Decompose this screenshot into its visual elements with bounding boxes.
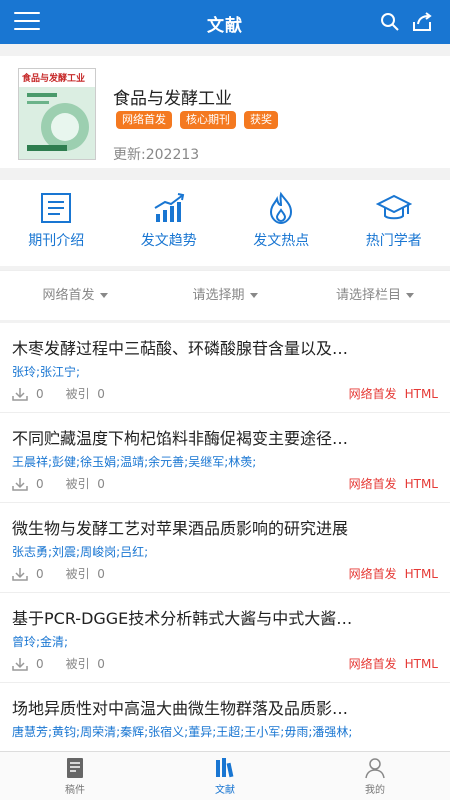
tag-award: 获奖	[244, 111, 278, 129]
badge-html[interactable]: HTML	[405, 567, 438, 581]
search-icon[interactable]	[380, 12, 400, 32]
literature-icon	[216, 758, 234, 778]
journal-header: 食品与发酵工业 食品与发酵工业 网络首发 核心期刊 获奖 更新:202213	[0, 56, 450, 168]
article-item[interactable]: 场地异质性对中高温大曲微生物群落及品质影… 唐慧芳;黄钧;周荣清;秦辉;张宿义;…	[0, 683, 450, 751]
article-authors[interactable]: 张玲;张江宁;	[12, 363, 438, 380]
article-badge[interactable]: 网络首发 HTML	[349, 655, 438, 672]
article-authors[interactable]: 王晨祥;彭健;徐玉娟;温靖;余元善;吴继军;林羡;	[12, 453, 438, 470]
badge-html[interactable]: HTML	[405, 657, 438, 671]
article-title[interactable]: 木枣发酵过程中三萜酸、环磷酸腺苷含量以及…	[12, 335, 438, 359]
article-authors[interactable]: 曾玲;金清;	[12, 633, 438, 650]
filter-bar: 网络首发 请选择期 请选择栏目	[0, 270, 450, 320]
cited-count: 0	[97, 656, 105, 671]
tab-manuscript[interactable]: 稿件	[0, 752, 150, 800]
caret-down-icon	[99, 293, 108, 298]
quick-nav: 期刊介绍 发文趋势 发文热点 热门学者	[0, 180, 450, 266]
cited-label: 被引	[65, 477, 90, 491]
journal-name: 食品与发酵工业	[113, 89, 232, 109]
cited-count: 0	[97, 386, 105, 401]
nav-journal-intro[interactable]: 期刊介绍	[0, 180, 113, 266]
article-authors[interactable]: 张志勇;刘震;周峻岗;吕红;	[12, 543, 438, 560]
badge-online-first: 网络首发	[348, 567, 397, 581]
download-icon[interactable]	[12, 477, 28, 491]
article-badge[interactable]: 网络首发 HTML	[349, 475, 438, 492]
article-badge[interactable]: 网络首发 HTML	[349, 385, 438, 402]
nav-journal-intro-label: 期刊介绍	[28, 233, 85, 249]
article-item[interactable]: 微生物与发酵工艺对苹果酒品质影响的研究进展 张志勇;刘震;周峻岗;吕红; 0 被…	[0, 503, 450, 593]
download-count: 0	[36, 386, 44, 401]
cited-label: 被引	[65, 657, 90, 671]
cover-art	[19, 87, 95, 159]
cited-count: 0	[97, 566, 105, 581]
article-title[interactable]: 微生物与发酵工艺对苹果酒品质影响的研究进展	[12, 515, 438, 539]
journal-cover[interactable]: 食品与发酵工业	[18, 68, 96, 160]
cited-label: 被引	[65, 387, 90, 401]
cover-title: 食品与发酵工业	[19, 69, 95, 87]
badge-online-first: 网络首发	[348, 657, 397, 671]
download-icon[interactable]	[12, 657, 28, 671]
badge-online-first: 网络首发	[348, 477, 397, 491]
graduation-cap-icon	[375, 194, 412, 220]
manuscript-icon	[67, 758, 83, 778]
caret-down-icon	[406, 293, 414, 298]
document-icon	[41, 193, 72, 223]
badge-html[interactable]: HTML	[405, 477, 438, 491]
filter-column-dropdown[interactable]: 请选择栏目	[300, 271, 450, 320]
filter-online-first-dropdown[interactable]: 网络首发	[0, 271, 150, 320]
article-item[interactable]: 木枣发酵过程中三萜酸、环磷酸腺苷含量以及… 张玲;张江宁; 0 被引 0 网络首…	[0, 323, 450, 413]
tag-core-journal: 核心期刊	[180, 111, 236, 129]
article-title[interactable]: 不同贮藏温度下枸杞馅料非酶促褐变主要途径…	[12, 425, 438, 449]
update-date: 更新:202213	[113, 147, 200, 163]
cited-count: 0	[97, 476, 105, 491]
nav-publication-trend[interactable]: 发文趋势	[113, 180, 226, 266]
article-meta: 0 被引 0	[12, 655, 105, 672]
badge-online-first: 网络首发	[348, 387, 397, 401]
article-title[interactable]: 基于PCR-DGGE技术分析韩式大酱与中式大酱…	[12, 605, 438, 629]
tab-profile-label: 我的	[365, 785, 385, 796]
caret-down-icon	[249, 293, 258, 298]
nav-popular-scholars[interactable]: 热门学者	[338, 180, 450, 266]
filter-label: 网络首发	[42, 288, 95, 303]
article-meta: 0 被引 0	[12, 565, 105, 582]
journal-tags: 网络首发 核心期刊 获奖	[116, 111, 278, 129]
badge-html[interactable]: HTML	[405, 387, 438, 401]
cited-label: 被引	[65, 567, 90, 581]
download-count: 0	[36, 566, 44, 581]
article-meta: 0 被引 0	[12, 385, 105, 402]
app-root: 文献 食品与发酵工业 食品与发酵工业 网络首发 核心期刊 获奖 更新:20221…	[0, 0, 450, 800]
nav-popular-scholars-label: 热门学者	[365, 233, 422, 249]
nav-hot-topics-label: 发文热点	[253, 233, 310, 249]
article-title[interactable]: 场地异质性对中高温大曲微生物群落及品质影…	[12, 695, 438, 719]
filter-label: 请选择栏目	[335, 288, 401, 303]
share-icon[interactable]	[410, 10, 434, 34]
tab-manuscript-label: 稿件	[65, 785, 85, 796]
article-list: 木枣发酵过程中三萜酸、环磷酸腺苷含量以及… 张玲;张江宁; 0 被引 0 网络首…	[0, 323, 450, 751]
article-item[interactable]: 不同贮藏温度下枸杞馅料非酶促褐变主要途径… 王晨祥;彭健;徐玉娟;温靖;余元善;…	[0, 413, 450, 503]
download-icon[interactable]	[12, 567, 28, 581]
nav-publication-trend-label: 发文趋势	[140, 233, 197, 249]
download-count: 0	[36, 656, 44, 671]
download-icon[interactable]	[12, 387, 28, 401]
flame-icon	[270, 191, 293, 225]
tab-literature-label: 文献	[215, 785, 235, 796]
bottom-nav: 稿件 文献 我的	[0, 751, 450, 800]
article-authors[interactable]: 唐慧芳;黄钧;周荣清;秦辉;张宿义;董异;王超;王小军;毋雨;潘强林;	[12, 723, 438, 740]
trend-chart-icon	[154, 193, 184, 222]
article-meta: 0 被引 0	[12, 475, 105, 492]
tab-profile[interactable]: 我的	[300, 752, 450, 800]
download-count: 0	[36, 476, 44, 491]
filter-label: 请选择期	[192, 288, 245, 303]
filter-issue-dropdown[interactable]: 请选择期	[150, 271, 300, 320]
nav-hot-topics[interactable]: 发文热点	[225, 180, 338, 266]
tag-online-first: 网络首发	[116, 111, 172, 129]
article-item[interactable]: 基于PCR-DGGE技术分析韩式大酱与中式大酱… 曾玲;金清; 0 被引 0 网…	[0, 593, 450, 683]
tab-literature[interactable]: 文献	[150, 752, 300, 800]
profile-icon	[365, 758, 385, 779]
article-badge[interactable]: 网络首发 HTML	[349, 565, 438, 582]
top-bar: 文献	[0, 0, 450, 44]
